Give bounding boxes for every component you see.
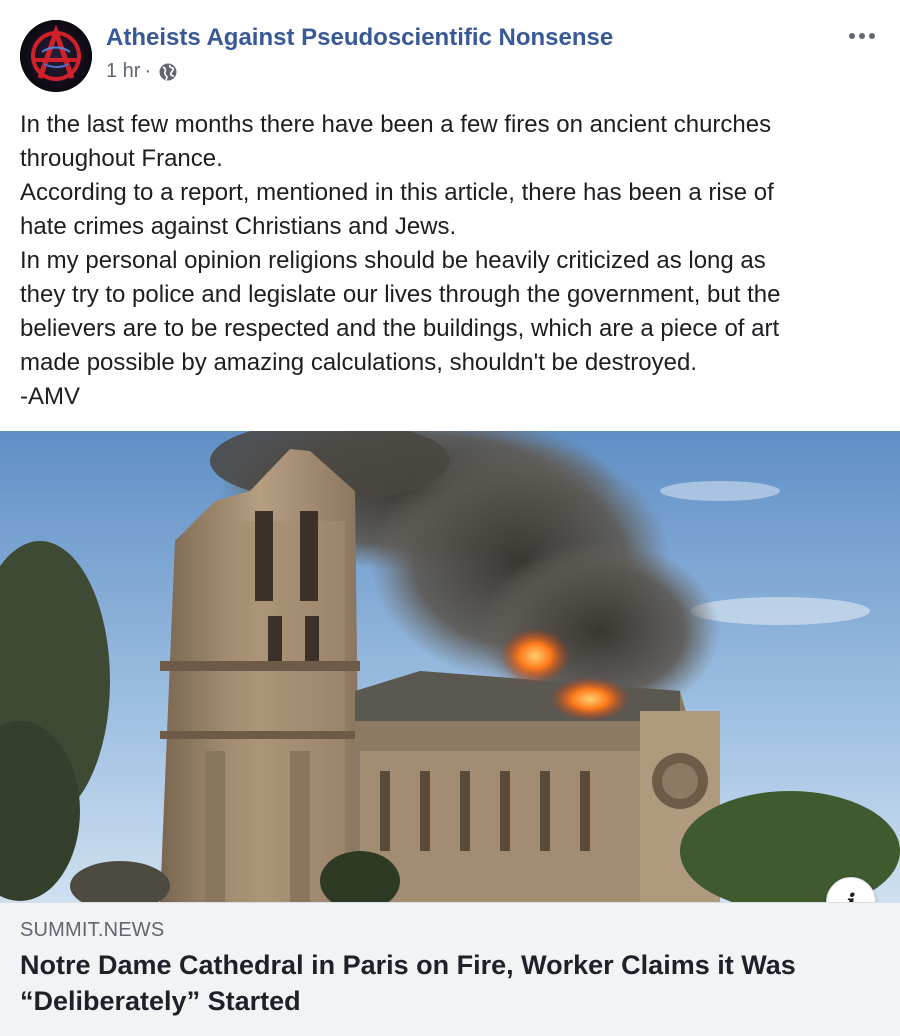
globe-icon[interactable] [158, 62, 178, 82]
link-headline-line: Notre Dame Cathedral in Paris on Fire, W… [20, 950, 796, 980]
link-headline-line: “Deliberately” Started [20, 986, 301, 1016]
post-text-line: throughout France. [20, 145, 223, 172]
post-meta: 1 hr · [106, 60, 178, 83]
post-timestamp[interactable]: 1 hr [106, 60, 140, 83]
post-text-line: In the last few months there have been a… [20, 111, 772, 138]
post-text-line: In my personal opinion religions should … [20, 247, 766, 274]
link-headline[interactable]: Notre Dame Cathedral in Paris on Fire, W… [20, 947, 880, 1019]
more-options-icon[interactable] [842, 24, 882, 48]
link-preview-image[interactable] [0, 431, 900, 902]
meta-separator: · [144, 60, 152, 82]
link-caption[interactable]: SUMMIT.NEWS Notre Dame Cathedral in Pari… [0, 902, 900, 1036]
post-text-line: believers are to be respected and the bu… [20, 315, 780, 342]
post-text-line: According to a report, mentioned in this… [20, 179, 774, 206]
post-text-line: -AMV [20, 383, 80, 410]
post-text-line: they try to police and legislate our liv… [20, 281, 781, 308]
page-name-link[interactable]: Atheists Against Pseudoscientific Nonsen… [106, 24, 613, 52]
post-text-line: made possible by amazing calculations, s… [20, 349, 697, 376]
link-domain: SUMMIT.NEWS [20, 919, 165, 941]
facebook-post: Atheists Against Pseudoscientific Nonsen… [0, 0, 900, 1036]
post-text-line: hate crimes against Christians and Jews. [20, 213, 457, 240]
post-text: In the last few months there have been a… [20, 108, 890, 414]
anarchy-symbol-icon [20, 20, 92, 92]
page-avatar[interactable] [20, 20, 92, 92]
